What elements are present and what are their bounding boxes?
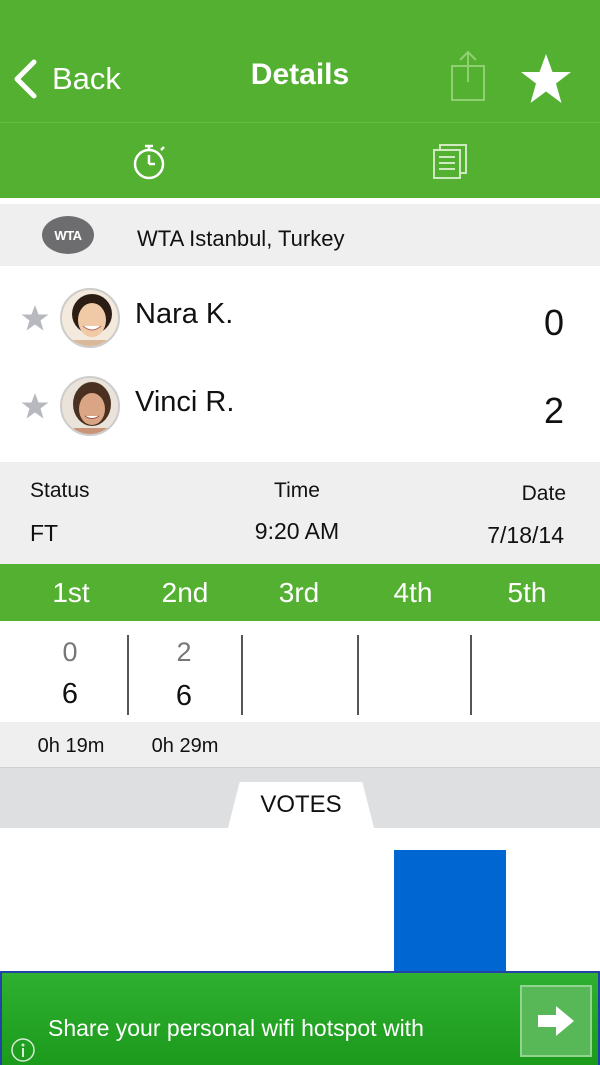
info-icon[interactable]: [10, 1037, 36, 1063]
player-score: 0: [543, 302, 564, 343]
set-label: 3rd: [278, 577, 320, 608]
avatar: [60, 288, 120, 348]
set-scores: 0 6 2 6: [0, 621, 600, 722]
set-divider: [241, 635, 243, 715]
set-divider: [470, 635, 472, 715]
tournament-name: WTA Istanbul, Turkey: [137, 226, 345, 251]
ad-arrow-button[interactable]: [520, 985, 592, 1057]
set-durations: 0h 19m 0h 29m: [0, 722, 600, 768]
date-value: 7/18/14: [487, 522, 564, 548]
date-label: Date: [521, 482, 566, 505]
player-name: Nara K.: [135, 298, 234, 330]
star-icon[interactable]: [518, 52, 574, 106]
set-score-top: 0: [62, 637, 78, 667]
avatar: [60, 376, 120, 436]
player-score: 2: [543, 390, 564, 431]
ad-banner[interactable]: Share your personal wifi hotspot with: [0, 971, 600, 1065]
set-score-top: 2: [176, 637, 192, 667]
wta-logo: WTA: [42, 216, 94, 254]
chevron-left-icon: [14, 59, 37, 99]
star-icon[interactable]: [20, 304, 50, 332]
set-score-bottom: 6: [61, 678, 79, 710]
tab-notes[interactable]: [300, 123, 600, 199]
votes-tab-label: VOTES: [260, 791, 342, 818]
match-info: Status FT Time 9:20 AM Date 7/18/14: [0, 462, 600, 564]
back-button[interactable]: Back: [12, 50, 121, 108]
detail-tabbar: [0, 122, 600, 198]
player-name: Vinci R.: [135, 386, 235, 418]
back-label: Back: [52, 61, 121, 96]
set-divider: [357, 635, 359, 715]
player-row: Nara K. 0: [0, 276, 600, 362]
nav-header: Back Details: [0, 0, 600, 122]
stopwatch-icon: [133, 144, 165, 180]
star-icon[interactable]: [20, 392, 50, 420]
set-duration: 0h 19m: [37, 735, 105, 757]
share-icon[interactable]: [446, 48, 490, 104]
status-value: FT: [30, 520, 59, 546]
ad-text: Share your personal wifi hotspot with: [48, 1015, 424, 1041]
set-label: 5th: [507, 577, 547, 608]
set-label: 2nd: [161, 577, 209, 608]
set-header-row: 1st 2nd 3rd 4th 5th: [0, 564, 600, 621]
set-label: 1st: [52, 577, 90, 608]
tab-live-stats[interactable]: [0, 123, 300, 199]
set-score-bottom: 6: [175, 680, 193, 712]
set-divider: [127, 635, 129, 715]
time-label: Time: [274, 479, 320, 502]
tournament-row: WTA WTA Istanbul, Turkey: [0, 204, 600, 266]
votes-chart: [0, 828, 600, 973]
notes-icon: [433, 144, 467, 179]
player-row: Vinci R. 2: [0, 364, 600, 450]
set-label: 4th: [393, 577, 433, 608]
votes-section-header: VOTES: [0, 768, 600, 828]
status-label: Status: [30, 479, 90, 502]
set-duration: 0h 29m: [151, 735, 219, 757]
vote-bar: [394, 850, 506, 973]
time-value: 9:20 AM: [254, 518, 340, 544]
arrow-right-icon: [538, 1006, 574, 1036]
